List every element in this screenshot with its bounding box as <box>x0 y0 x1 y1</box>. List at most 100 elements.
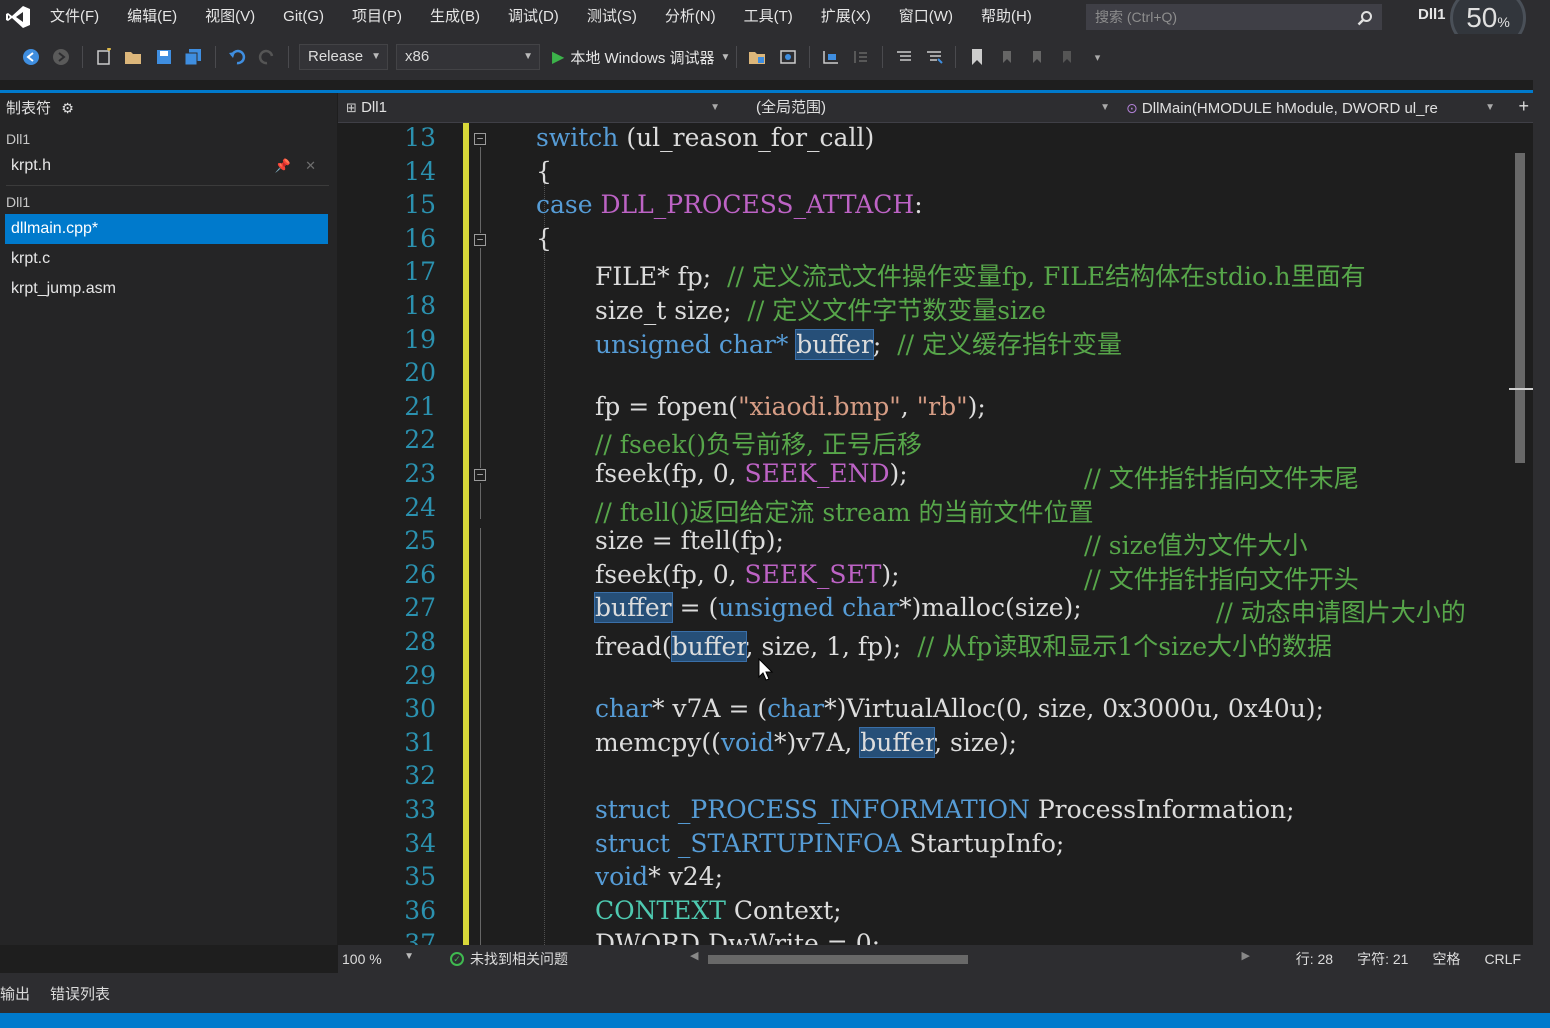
code-text: { <box>536 224 552 253</box>
redo-icon[interactable] <box>255 45 279 69</box>
menu-view[interactable]: 视图(V) <box>191 0 269 34</box>
code-line-24: // ftell()返回给定流 stream 的当前文件位置 <box>595 493 1094 529</box>
line-number: 36 <box>404 895 436 925</box>
macro-token: DLL_PROCESS_ATTACH <box>600 190 915 219</box>
code-text: *)malloc(size); <box>899 593 1082 622</box>
code-line-31: memcpy((void*)v7A, buffer, size); <box>595 727 1017 758</box>
clear-bookmarks-icon[interactable] <box>1055 45 1079 69</box>
code-text: *)v7A, <box>774 728 861 757</box>
undo-icon[interactable] <box>225 45 249 69</box>
configuration-dropdown[interactable]: Release ▼ <box>299 44 389 70</box>
toolbar-separator <box>82 46 83 68</box>
collapse-icon[interactable]: − <box>474 469 486 481</box>
group-divider <box>6 185 329 186</box>
back-icon[interactable] <box>19 45 43 69</box>
function-dropdown[interactable]: ⊙ DllMain(HMODULE hModule, DWORD ul_re ▼ <box>1118 94 1503 122</box>
menu-tools[interactable]: 工具(T) <box>730 0 807 34</box>
menu-extensions[interactable]: 扩展(X) <box>807 0 885 34</box>
menu-bar: 文件(F) 编辑(E) 视图(V) Git(G) 项目(P) 生成(B) 调试(… <box>0 0 1550 48</box>
scrollbar-thumb[interactable] <box>1515 153 1525 463</box>
menu-window[interactable]: 窗口(W) <box>885 0 967 34</box>
line-number: 24 <box>404 492 436 522</box>
collapse-icon[interactable]: − <box>474 234 486 246</box>
code-line-19: unsigned char* buffer; // 定义缓存指针变量 <box>595 329 1123 360</box>
code-text: { <box>536 157 552 186</box>
menu-edit[interactable]: 编辑(E) <box>113 0 191 34</box>
menu-help[interactable]: 帮助(H) <box>967 0 1046 34</box>
pin-icon[interactable]: 📌 <box>275 158 291 173</box>
project-dropdown[interactable]: ⊞ Dll1 ▼ <box>338 94 728 122</box>
scope-value: (全局范围) <box>756 98 826 116</box>
issues-indicator[interactable]: ✓ 未找到相关问题 <box>450 949 568 969</box>
tab-output[interactable]: 输出 <box>0 983 40 1004</box>
step-into-icon[interactable] <box>819 45 843 69</box>
bookmark-icon[interactable] <box>965 45 989 69</box>
collapse-icon[interactable]: − <box>474 133 486 145</box>
line-ending-indicator[interactable]: CRLF <box>1484 945 1521 973</box>
toolbar-overflow-icon[interactable]: ▾ <box>1085 45 1109 69</box>
step-over-icon[interactable] <box>849 45 873 69</box>
menu-debug[interactable]: 调试(D) <box>494 0 573 34</box>
code-text: , <box>900 392 917 421</box>
search-input[interactable]: 搜索 (Ctrl+Q) <box>1086 4 1382 30</box>
tab-error-list[interactable]: 错误列表 <box>50 983 120 1004</box>
vertical-scrollbar[interactable] <box>1509 123 1533 945</box>
next-bookmark-icon[interactable] <box>1025 45 1049 69</box>
scrollbar-thumb[interactable] <box>708 955 968 964</box>
chevron-down-icon: ▼ <box>371 51 382 62</box>
code-line-36: CONTEXT Context; <box>595 896 842 925</box>
browse-folder-icon[interactable] <box>746 45 770 69</box>
chevron-down-icon: ▼ <box>710 101 720 113</box>
code-keyword: char <box>767 694 825 723</box>
menu-file[interactable]: 文件(F) <box>36 0 113 34</box>
file-tab-krpt-jump-asm[interactable]: krpt_jump.asm <box>0 274 328 304</box>
menu-build[interactable]: 生成(B) <box>416 0 494 34</box>
menu-analyze[interactable]: 分析(N) <box>651 0 730 34</box>
scope-dropdown[interactable]: (全局范围) ▼ <box>728 94 1118 122</box>
zoom-level-dropdown[interactable]: 100 % ▼ <box>338 951 418 967</box>
menu-project[interactable]: 项目(P) <box>338 0 416 34</box>
code-line-27-comment: // 动态申请图片大小的 <box>1216 593 1466 629</box>
menu-test[interactable]: 测试(S) <box>573 0 651 34</box>
panel-title: 制表符 <box>6 100 52 117</box>
save-icon[interactable] <box>152 45 176 69</box>
comment-lines-icon[interactable] <box>892 45 916 69</box>
code-keyword: char <box>595 694 652 723</box>
forward-icon[interactable] <box>49 45 73 69</box>
screenshot-icon[interactable] <box>776 45 800 69</box>
platform-dropdown[interactable]: x86 ▼ <box>396 44 541 70</box>
close-icon[interactable]: ✕ <box>305 158 316 173</box>
column-indicator[interactable]: 字符: 21 <box>1357 945 1408 973</box>
code-area[interactable]: 13 14 15 16 17 18 19 20 21 22 23 24 25 26 27 28 29 30 31 32… <box>338 123 1533 945</box>
scroll-right-icon[interactable]: ▶ <box>1242 949 1250 962</box>
prev-bookmark-icon[interactable] <box>995 45 1019 69</box>
uncomment-lines-icon[interactable] <box>922 45 946 69</box>
line-number: 16 <box>404 223 436 253</box>
code-line-16: { <box>536 224 552 253</box>
line-number: 31 <box>404 727 436 757</box>
line-number: 17 <box>404 257 436 287</box>
gear-icon[interactable]: ⚙ <box>61 100 74 116</box>
open-folder-icon[interactable] <box>122 45 146 69</box>
menu-git[interactable]: Git(G) <box>269 0 338 34</box>
split-editor-icon[interactable]: + <box>1518 96 1529 117</box>
group-label: Dll1 <box>6 194 31 210</box>
toolbar: Release ▼ x86 ▼ ▶ 本地 Windows 调试器 ▼ ▾ <box>0 34 1550 80</box>
scroll-left-icon[interactable]: ◀ <box>690 949 698 962</box>
line-indicator[interactable]: 行: 28 <box>1296 945 1333 973</box>
start-debugging-button[interactable]: ▶ 本地 Windows 调试器 ▼ <box>552 47 730 68</box>
keyword-switch: switch <box>536 123 619 152</box>
save-all-icon[interactable] <box>182 45 206 69</box>
line-number: 18 <box>404 291 436 320</box>
whitespace-indicator[interactable]: 空格 <box>1432 945 1460 973</box>
chevron-down-icon: ▼ <box>523 51 534 62</box>
new-project-icon[interactable] <box>92 45 116 69</box>
horizontal-scrollbar[interactable]: ◀ ▶ <box>690 950 1250 965</box>
code-line-23: fseek(fp, 0, SEEK_END); <box>595 459 908 488</box>
file-tab-krpt-c[interactable]: krpt.c <box>0 244 328 274</box>
file-tab-krpt-h[interactable]: krpt.h 📌 ✕ <box>0 151 328 181</box>
visual-studio-logo-icon[interactable] <box>0 0 36 34</box>
code-line-30: char* v7A = (char*)VirtualAlloc(0, size,… <box>595 694 1324 723</box>
code-line-25-comment: // size值为文件大小 <box>1084 526 1308 562</box>
file-tab-dllmain-cpp[interactable]: dllmain.cpp* <box>5 214 328 244</box>
